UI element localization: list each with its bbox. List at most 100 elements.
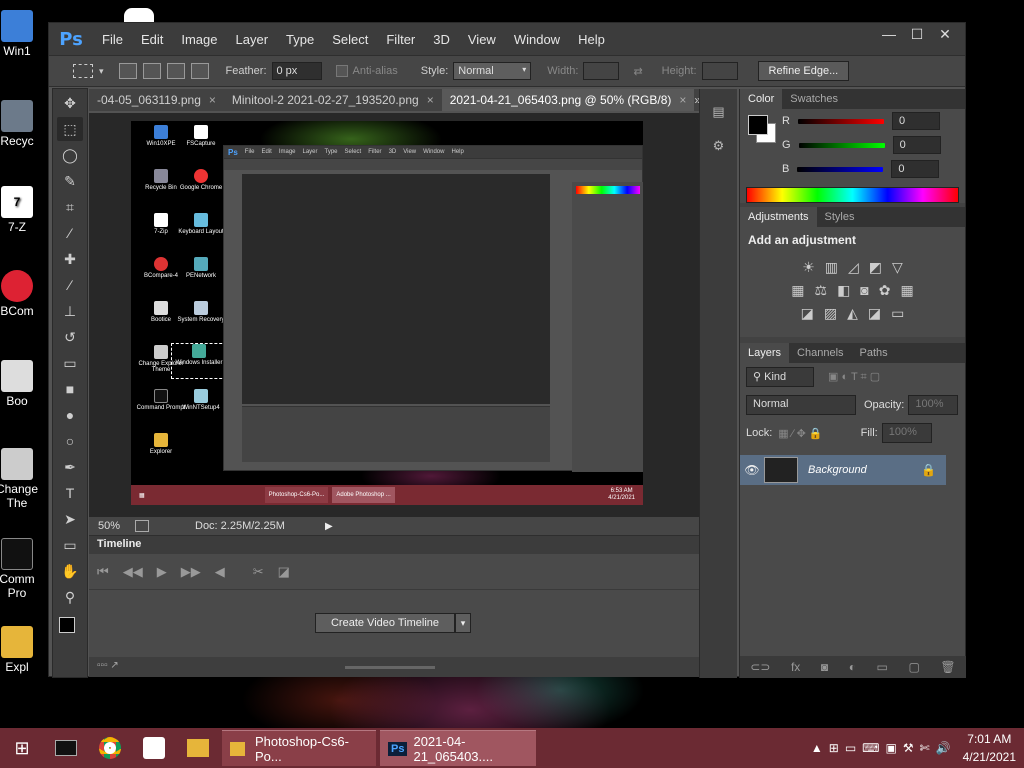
refine-edge-button[interactable]: Refine Edge... bbox=[757, 61, 850, 81]
volume-icon[interactable]: 🔊 bbox=[936, 741, 951, 755]
opacity-input[interactable]: 100% bbox=[908, 395, 959, 415]
red-value[interactable]: 0 bbox=[891, 112, 940, 130]
adjustment-layer-icon[interactable]: ◐ bbox=[849, 660, 856, 674]
eyedropper-tool-icon[interactable]: ⁄ bbox=[57, 221, 83, 245]
close-tab-icon[interactable]: × bbox=[679, 93, 686, 107]
lock-icons[interactable]: ▦ ∕ ✥ 🔒 bbox=[778, 427, 822, 440]
menu-layer[interactable]: Layer bbox=[227, 32, 278, 47]
blue-value[interactable]: 0 bbox=[891, 160, 940, 178]
menu-type[interactable]: Type bbox=[277, 32, 323, 47]
blend-mode-select[interactable]: Normal bbox=[746, 395, 856, 415]
move-tool-icon[interactable]: ✥ bbox=[57, 91, 83, 115]
black-white-icon[interactable]: ◧ bbox=[837, 282, 850, 299]
taskbar-fscapture[interactable] bbox=[132, 728, 176, 768]
tab-color[interactable]: Color bbox=[740, 89, 783, 109]
timeline-footer-icons[interactable]: ▫▫▫ ↗ bbox=[97, 660, 119, 671]
foreground-color[interactable] bbox=[748, 115, 768, 135]
clock[interactable]: 7:01 AM 4/21/2021 bbox=[963, 730, 1016, 766]
prev-frame-icon[interactable]: ◀◀ bbox=[123, 564, 143, 580]
maximize-button[interactable]: ☐ bbox=[903, 25, 931, 43]
tab-styles[interactable]: Styles bbox=[817, 207, 863, 227]
hand-tool-icon[interactable]: ✋ bbox=[57, 559, 83, 583]
tab-doc-2[interactable]: Minitool-2 2021-02-27_193520.png × bbox=[224, 89, 442, 111]
tab-doc-1[interactable]: -04-05_063119.png × bbox=[89, 89, 224, 111]
taskbar-task-folder[interactable]: Photoshop-Cs6-Po... bbox=[222, 730, 376, 766]
new-selection-icon[interactable] bbox=[118, 63, 137, 79]
brightness-icon[interactable]: ☀ bbox=[802, 259, 815, 276]
tool-icon[interactable]: ⚒ bbox=[903, 741, 914, 755]
selective-color-icon[interactable]: ◪ bbox=[868, 305, 881, 322]
menu-edit[interactable]: Edit bbox=[132, 32, 172, 47]
zoom-tool-icon[interactable]: ⚲ bbox=[57, 585, 83, 609]
timeline-title[interactable]: Timeline bbox=[89, 536, 699, 554]
tab-channels[interactable]: Channels bbox=[789, 343, 851, 363]
fx-icon[interactable]: fx bbox=[791, 660, 800, 674]
invert-icon[interactable]: ◪ bbox=[801, 305, 814, 322]
threshold-icon[interactable]: ◭ bbox=[847, 305, 858, 322]
taskbar-cmd[interactable] bbox=[44, 728, 88, 768]
green-value[interactable]: 0 bbox=[892, 136, 941, 154]
network-icon[interactable]: ⊞ bbox=[829, 741, 839, 755]
visibility-eye-icon[interactable]: 👁 bbox=[740, 463, 764, 477]
menu-3d[interactable]: 3D bbox=[424, 32, 459, 47]
color-lookup-icon[interactable]: ▦ bbox=[901, 282, 914, 299]
keyboard-icon[interactable]: ⌨ bbox=[862, 741, 879, 755]
minimize-button[interactable]: — bbox=[875, 25, 903, 43]
exposure-icon[interactable]: ◩ bbox=[869, 259, 882, 276]
subtract-selection-icon[interactable] bbox=[166, 63, 185, 79]
delete-layer-icon[interactable]: 🗑 bbox=[940, 660, 955, 674]
quick-select-tool-icon[interactable]: ✎ bbox=[57, 169, 83, 193]
menu-help[interactable]: Help bbox=[569, 32, 614, 47]
add-selection-icon[interactable] bbox=[142, 63, 161, 79]
add-mask-icon[interactable]: ◙ bbox=[821, 660, 828, 674]
path-select-tool-icon[interactable]: ➤ bbox=[57, 507, 83, 531]
layer-name[interactable]: Background bbox=[808, 464, 867, 476]
taskbar-chrome[interactable] bbox=[88, 728, 132, 768]
document-info-icon[interactable] bbox=[135, 520, 149, 532]
first-frame-icon[interactable]: ⏮ bbox=[97, 564, 109, 580]
create-video-timeline-button[interactable]: Create Video Timeline bbox=[315, 613, 455, 633]
blur-tool-icon[interactable]: ● bbox=[57, 403, 83, 427]
height-input[interactable] bbox=[701, 62, 738, 80]
levels-icon[interactable]: ▥ bbox=[825, 259, 838, 276]
stamp-tool-icon[interactable]: ⊥ bbox=[57, 299, 83, 323]
pen-tool-icon[interactable]: ✒ bbox=[57, 455, 83, 479]
transition-icon[interactable]: ◪ bbox=[278, 564, 290, 580]
tab-paths[interactable]: Paths bbox=[852, 343, 896, 363]
gradient-map-icon[interactable]: ▭ bbox=[891, 305, 904, 322]
lasso-tool-icon[interactable]: ◯ bbox=[57, 143, 83, 167]
healing-tool-icon[interactable]: ✚ bbox=[57, 247, 83, 271]
layer-filter-icons[interactable]: ▣ ◐ T ⌗ ▢ bbox=[828, 370, 880, 384]
chevron-down-icon[interactable]: ▾ bbox=[99, 66, 104, 77]
tab-doc-3[interactable]: 2021-04-21_065403.png @ 50% (RGB/8) × bbox=[441, 89, 695, 111]
tray-icon-7[interactable]: ✄ bbox=[920, 741, 930, 755]
tab-adjustments[interactable]: Adjustments bbox=[740, 207, 817, 227]
new-layer-icon[interactable]: ▢ bbox=[908, 660, 919, 674]
crop-tool-icon[interactable]: ⌗ bbox=[57, 195, 83, 219]
type-tool-icon[interactable]: T bbox=[57, 481, 83, 505]
start-button[interactable]: ⊞ bbox=[0, 728, 44, 768]
width-input[interactable] bbox=[583, 62, 620, 80]
display-icon[interactable]: ▭ bbox=[845, 741, 856, 755]
link-layers-icon[interactable]: ⊂⊃ bbox=[750, 660, 770, 674]
canvas-area[interactable]: Win10XPE FSCapture Recycle Bin Google Ch… bbox=[89, 113, 699, 517]
menu-window[interactable]: Window bbox=[505, 32, 569, 47]
tab-swatches[interactable]: Swatches bbox=[782, 89, 846, 109]
menu-image[interactable]: Image bbox=[172, 32, 226, 47]
menu-filter[interactable]: Filter bbox=[377, 32, 424, 47]
green-slider[interactable] bbox=[798, 142, 885, 148]
dodge-tool-icon[interactable]: ○ bbox=[57, 429, 83, 453]
color-balance-icon[interactable]: ⚖ bbox=[815, 282, 828, 299]
taskbar-task-photoshop[interactable]: Ps 2021-04-21_065403.... bbox=[380, 730, 536, 766]
tab-layers[interactable]: Layers bbox=[740, 343, 790, 363]
history-panel-icon[interactable]: ▤ bbox=[707, 101, 731, 123]
channel-mixer-icon[interactable]: ✿ bbox=[879, 282, 891, 299]
style-select[interactable]: Normal ▾ bbox=[453, 62, 532, 80]
next-frame-icon[interactable]: ▶▶ bbox=[181, 564, 201, 580]
marquee-tool-icon[interactable] bbox=[73, 64, 93, 78]
close-tab-icon[interactable]: × bbox=[427, 93, 434, 107]
fill-input[interactable]: 100% bbox=[881, 423, 932, 443]
split-icon[interactable]: ✂ bbox=[253, 564, 264, 580]
audio-icon[interactable]: ◀ bbox=[215, 564, 225, 580]
taskbar-explorer[interactable] bbox=[176, 728, 220, 768]
